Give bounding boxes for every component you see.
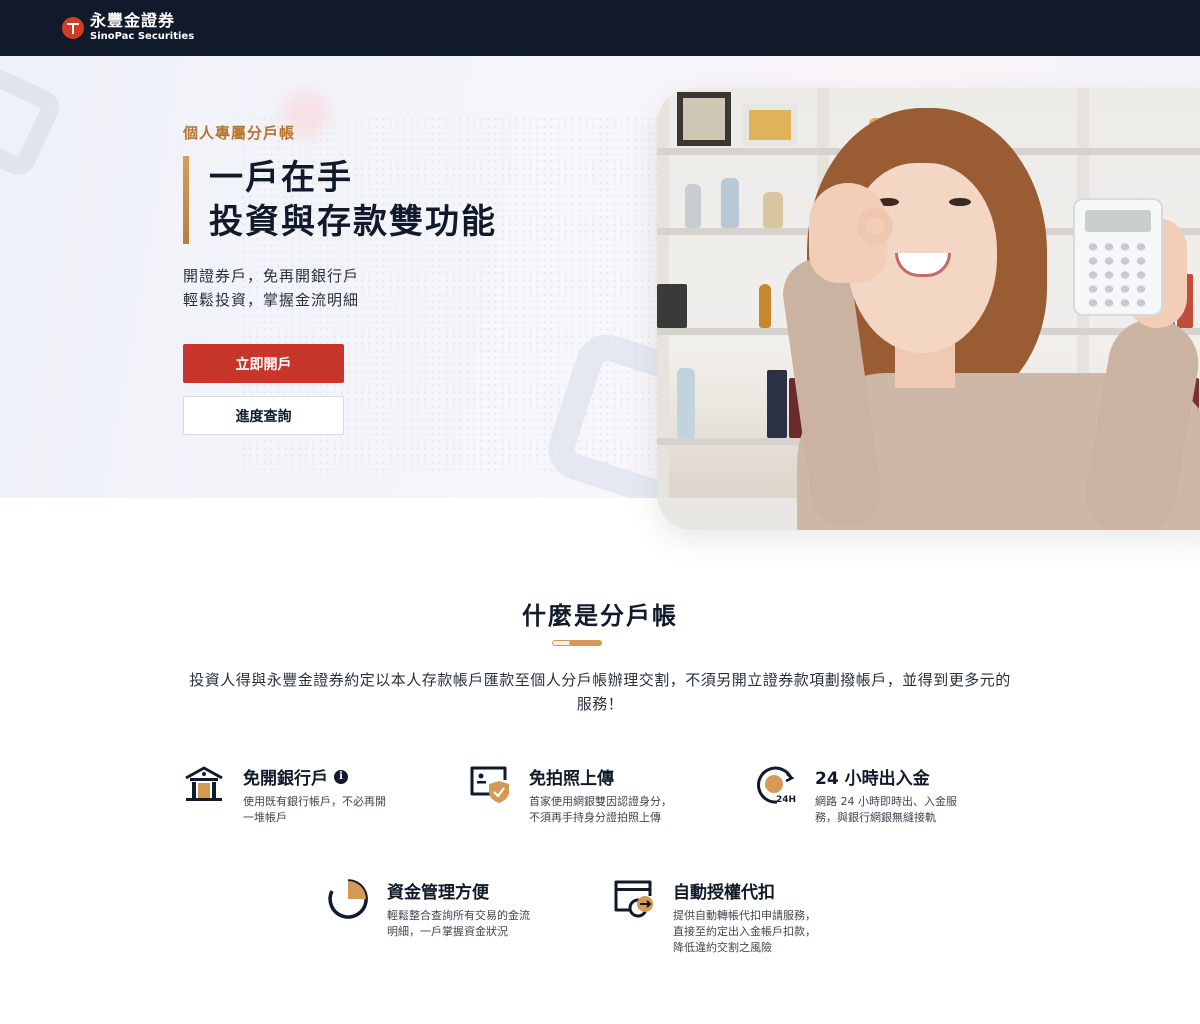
calculator — [1073, 198, 1163, 316]
feature-title: 免拍照上傳 — [529, 769, 614, 789]
progress-inquiry-button[interactable]: 進度查詢 — [183, 396, 344, 435]
hero-title-line2: 投資與存款雙功能 — [209, 202, 497, 242]
feature-title: 24 小時出入金 — [815, 769, 930, 789]
brand-name-zh: 永豐金證券 — [90, 11, 176, 30]
feature-description: 提供自動轉帳代扣申請服務， 直接至約定出入金帳戶扣款， 降低違約交割之風險 — [673, 909, 816, 954]
hero-tag: 個人專屬分戶帳 — [183, 124, 296, 142]
section-title: 什麼是分戶帳 — [522, 602, 678, 630]
hero-subtitle: 開證券戶，免再開銀行戶 輕鬆投資，掌握金流明細 — [183, 264, 359, 312]
hero-title-accent-bar — [183, 156, 189, 244]
open-account-button[interactable]: 立即開戶 — [183, 344, 344, 383]
hero-photo-woman-with-calculator — [657, 88, 1200, 530]
hero-subtitle-line1: 開證券戶，免再開銀行戶 — [183, 267, 360, 285]
hero-title: 一戶在手 投資與存款雙功能 — [209, 156, 497, 244]
section-title-underline — [552, 640, 602, 646]
hero-subtitle-line2: 輕鬆投資，掌握金流明細 — [183, 291, 360, 309]
section-description: 投資人得與永豐金證券約定以本人存款帳戶匯款至個人分戶帳辦理交割，不須另開立證券款… — [189, 671, 1011, 713]
pie-chart-icon — [328, 879, 368, 919]
decorative-square — [0, 61, 65, 181]
top-navbar: 永豐金證券 SinoPac Securities — [0, 0, 1200, 56]
clock-24h-label: 24H — [776, 795, 796, 805]
auto-debit-icon — [614, 880, 653, 918]
sinopac-logo[interactable]: 永豐金證券 SinoPac Securities — [62, 13, 194, 42]
sinopac-logo-mark-icon — [62, 16, 84, 39]
feature-description: 首家使用網銀雙因認證身分， 不須再手持身分證拍照上傳 — [529, 795, 672, 824]
feature-description: 網路 24 小時即時出、入金服 務，與銀行網銀無縫接軌 — [815, 795, 957, 824]
bank-icon — [185, 766, 223, 801]
feature-title: 免開銀行戶 — [243, 769, 328, 789]
info-icon[interactable]: i — [334, 769, 348, 784]
feature-title: 自動授權代扣 — [673, 883, 775, 903]
id-card-shield-icon — [470, 766, 509, 803]
brand-name-en: SinoPac Securities — [90, 31, 195, 42]
feature-description: 輕鬆整合查詢所有交易的金流 明細，一戶掌握資金狀況 — [387, 909, 530, 938]
feature-title: 資金管理方便 — [387, 883, 489, 903]
feature-description: 使用既有銀行帳戶，不必再開 一堆帳戶 — [243, 795, 386, 824]
hero-title-line1: 一戶在手 — [209, 158, 353, 198]
clock-24h-icon: 24H — [757, 766, 796, 805]
